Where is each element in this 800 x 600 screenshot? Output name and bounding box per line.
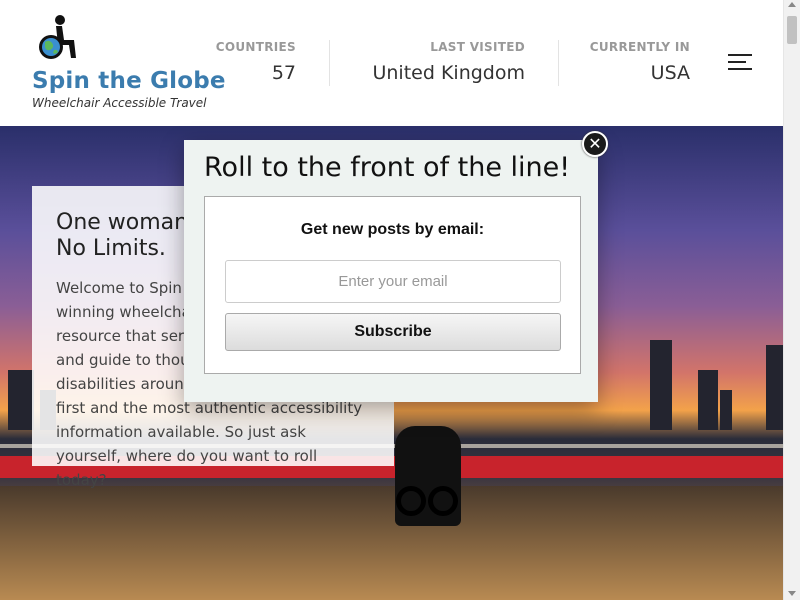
stat-currently-in-label: CURRENTLY IN bbox=[589, 40, 690, 54]
page-scrollbar[interactable] bbox=[783, 0, 800, 600]
site-title[interactable]: Spin the Globe bbox=[32, 68, 226, 94]
popup-title: Roll to the front of the line! bbox=[204, 152, 571, 183]
city-skyline bbox=[720, 390, 732, 430]
stat-last-visited: LAST VISITED United Kingdom bbox=[340, 40, 525, 84]
stat-countries-value: 57 bbox=[271, 62, 296, 84]
wheelchair-globe-icon[interactable] bbox=[36, 14, 78, 62]
stat-divider bbox=[558, 40, 559, 86]
city-skyline bbox=[650, 340, 672, 430]
city-skyline bbox=[766, 345, 783, 430]
wheelchair-wheel bbox=[428, 486, 458, 516]
site-tagline: Wheelchair Accessible Travel bbox=[32, 96, 207, 110]
site-header: Spin the Globe Wheelchair Accessible Tra… bbox=[0, 0, 783, 126]
terrace-floor bbox=[0, 486, 783, 600]
stat-countries: COUNTRIES 57 bbox=[200, 40, 296, 84]
stat-last-visited-value: United Kingdom bbox=[372, 62, 525, 84]
subscribe-button[interactable]: Subscribe bbox=[225, 313, 561, 351]
stat-currently-in: CURRENTLY IN USA bbox=[570, 40, 690, 84]
city-skyline bbox=[698, 370, 718, 430]
stat-last-visited-label: LAST VISITED bbox=[430, 40, 525, 54]
email-input[interactable] bbox=[225, 260, 561, 303]
stat-divider bbox=[329, 40, 330, 86]
hamburger-menu-icon[interactable] bbox=[728, 52, 752, 72]
city-skyline bbox=[8, 370, 34, 430]
stat-currently-in-value: USA bbox=[650, 62, 690, 84]
subscribe-label: Get new posts by email: bbox=[300, 221, 485, 238]
scroll-down-arrow-icon[interactable] bbox=[788, 591, 796, 596]
stat-countries-label: COUNTRIES bbox=[215, 40, 296, 54]
scroll-thumb[interactable] bbox=[787, 16, 797, 44]
subscribe-form: Get new posts by email: Subscribe bbox=[204, 196, 581, 374]
wheelchair-wheel bbox=[396, 486, 426, 516]
subscribe-popup: Roll to the front of the line! Get new p… bbox=[184, 140, 598, 402]
scroll-up-arrow-icon[interactable] bbox=[788, 2, 796, 7]
intro-title-line1: One woman bbox=[56, 210, 189, 235]
close-icon[interactable]: ✕ bbox=[582, 131, 608, 157]
intro-title-line2: No Limits. bbox=[56, 236, 166, 261]
